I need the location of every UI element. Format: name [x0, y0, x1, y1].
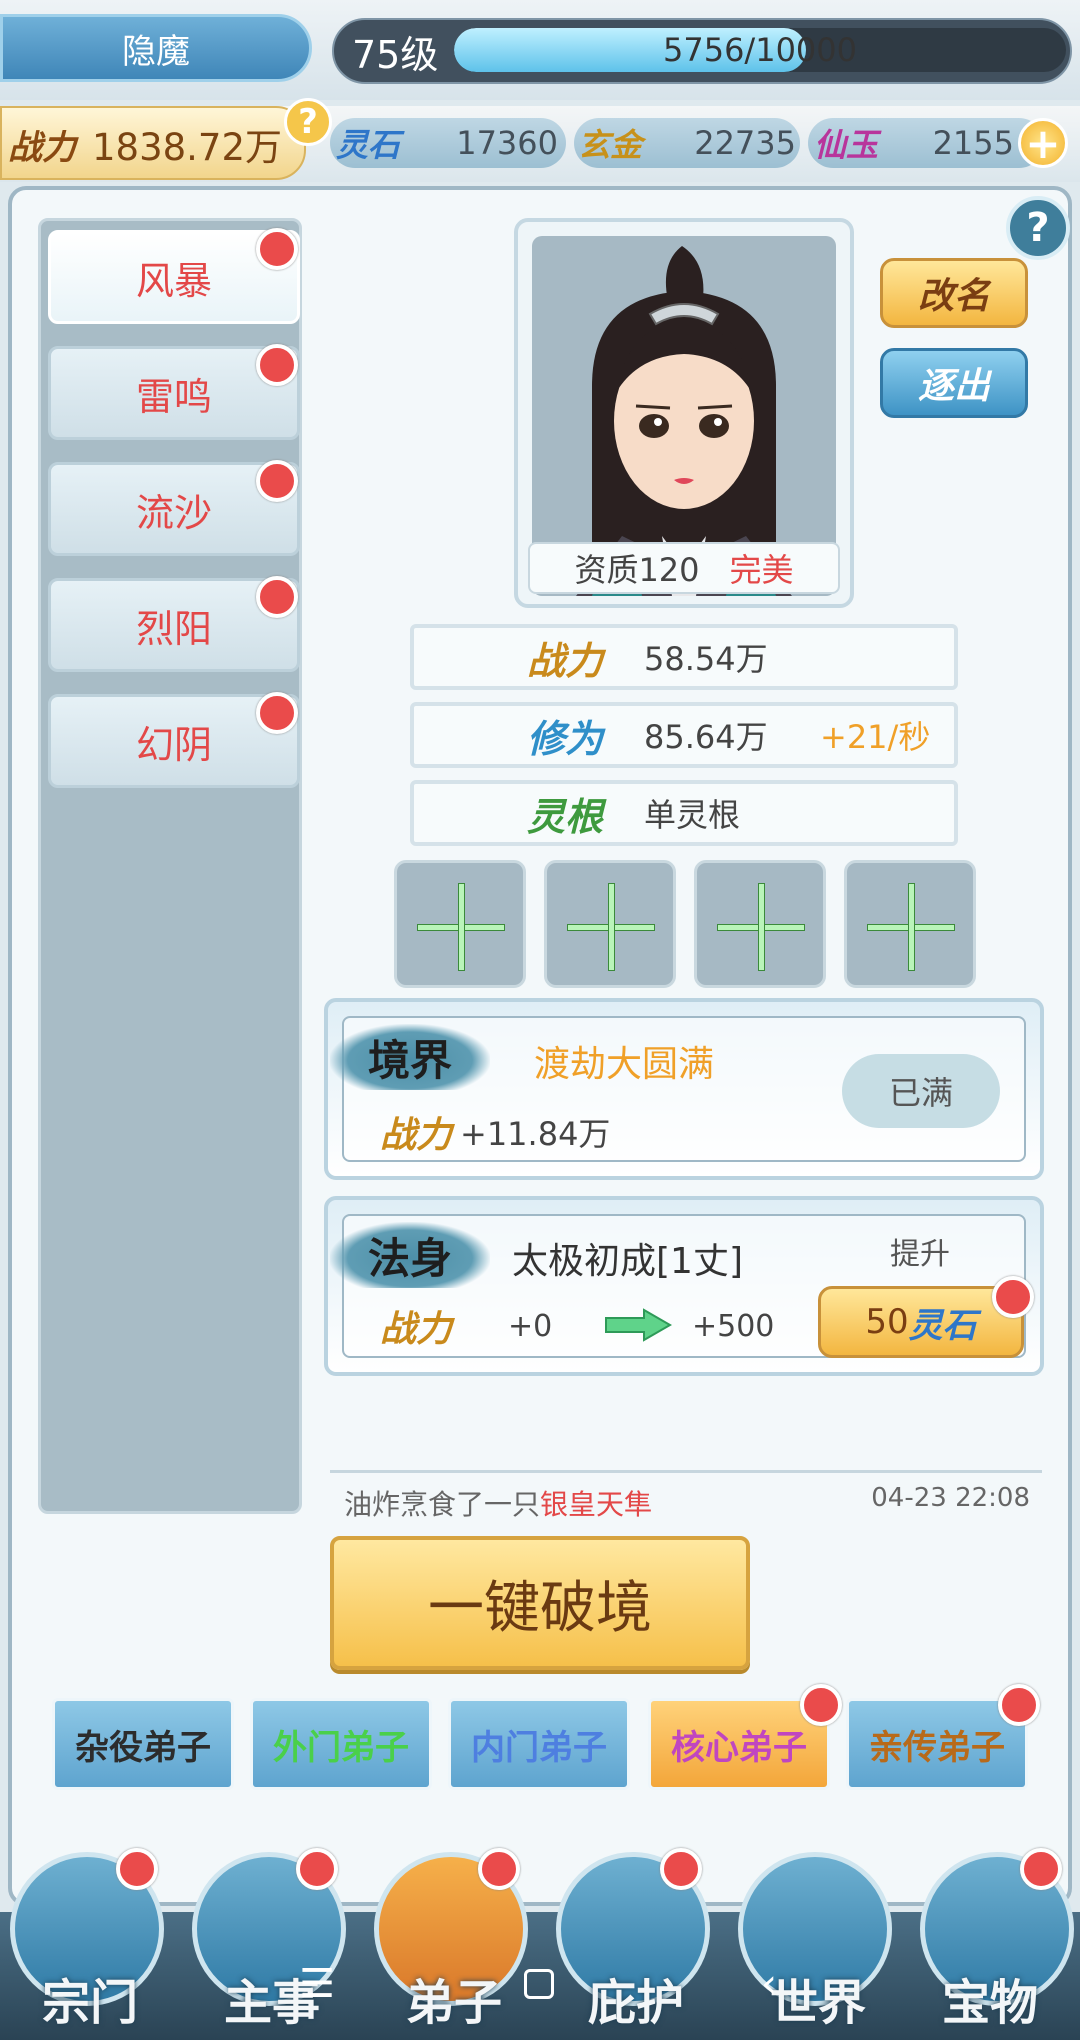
total-power-value: 1838.72万	[92, 126, 283, 169]
upgrade-label: 提升	[890, 1237, 950, 1272]
immortal-jade-label: 仙玉	[814, 126, 879, 164]
exp-text: 5756/10000	[662, 31, 857, 69]
notification-dot	[256, 576, 298, 618]
dharma-name: 太极初成[1丈]	[512, 1241, 743, 1282]
realm-power-label: 战力	[380, 1114, 453, 1156]
stat-value-cultivation: 85.64万	[644, 718, 768, 756]
home-icon[interactable]	[514, 1960, 564, 2008]
notification-dot	[116, 1848, 158, 1890]
stat-value-spirit-root: 单灵根	[644, 796, 741, 834]
stat-label-spirit-root: 灵根	[526, 793, 603, 839]
add-currency-button[interactable]: +	[1018, 118, 1068, 168]
equip-slot-plus-icon[interactable]	[694, 860, 826, 988]
event-log[interactable]: 油炸烹食了一只银皇天隼 04-23 22:08	[330, 1470, 1042, 1518]
sect-name-button[interactable]: 隐魔	[0, 14, 312, 82]
notification-dot	[478, 1848, 520, 1890]
equip-slot-plus-icon[interactable]	[394, 860, 526, 988]
upgrade-cost-amount: 50	[865, 1302, 909, 1342]
expel-button[interactable]: 逐出	[880, 348, 1028, 418]
notification-dot	[256, 692, 298, 734]
log-item: 银皇天隼	[540, 1488, 653, 1518]
stat-label-cultivation: 修为	[526, 715, 603, 761]
realm-name: 渡劫大圆满	[534, 1044, 715, 1085]
menu-icon[interactable]: ☰	[292, 1960, 342, 2008]
notification-dot	[998, 1684, 1040, 1726]
equip-slot-plus-icon[interactable]	[844, 860, 976, 988]
back-icon[interactable]: ‹	[744, 1960, 794, 2008]
notification-dot	[660, 1848, 702, 1890]
log-time: 04-23 22:08	[871, 1483, 1030, 1513]
notification-dot	[800, 1684, 842, 1726]
log-text: 油炸烹食了一只	[344, 1488, 541, 1518]
mystic-gold-value: 22735	[694, 124, 796, 162]
aptitude-grade: 完美	[729, 551, 794, 589]
notification-dot	[256, 228, 298, 270]
exp-bar: 5756/10000	[454, 28, 1066, 72]
upgrade-cost-unit: 灵石	[908, 1305, 977, 1346]
nav-protection[interactable]: 庇护	[546, 1960, 726, 2036]
nav-treasure[interactable]: 宝物	[900, 1960, 1080, 2036]
equip-slot-plus-icon[interactable]	[544, 860, 676, 988]
realm-power-bonus: +11.84万	[460, 1115, 611, 1153]
notification-dot	[992, 1276, 1034, 1318]
dharma-power-next: +500	[692, 1308, 775, 1344]
notification-dot	[296, 1848, 338, 1890]
help-icon[interactable]: ?	[1006, 196, 1070, 260]
stat-value-power: 58.54万	[644, 640, 768, 678]
mystic-gold-label: 玄金	[578, 126, 643, 164]
one-click-breakthrough-button[interactable]: 一键破境	[330, 1536, 750, 1670]
upgrade-arrow-icon	[605, 1308, 672, 1342]
total-power-label: 战力	[8, 127, 76, 168]
power-help-icon[interactable]: ?	[284, 98, 332, 146]
rename-button[interactable]: 改名	[880, 258, 1028, 328]
level-text: 75级	[352, 32, 439, 77]
immortal-jade-value: 2155	[932, 124, 1014, 162]
disciple-type-button[interactable]: 外门弟子	[250, 1698, 432, 1790]
nav-sect[interactable]: 宗门	[0, 1960, 180, 2036]
aptitude-value: 资质120	[574, 551, 700, 589]
spirit-stone-label: 灵石	[336, 126, 401, 164]
notification-dot	[256, 460, 298, 502]
log-entry: 油炸烹食了一只银皇天隼	[344, 1483, 652, 1518]
spirit-stone-value: 17360	[456, 124, 558, 162]
cultivation-rate: +21/秒	[820, 718, 931, 756]
notification-dot	[256, 344, 298, 386]
dharma-power-current: +0	[508, 1308, 553, 1344]
dharma-title: 法身	[330, 1222, 490, 1288]
notification-dot	[1020, 1848, 1062, 1890]
dharma-power-label: 战力	[380, 1308, 453, 1350]
aptitude-label-box: 资质120 完美	[528, 542, 840, 594]
stat-label-power: 战力	[526, 637, 603, 683]
disciple-type-button[interactable]: 内门弟子	[448, 1698, 630, 1790]
disciple-type-button[interactable]: 杂役弟子	[52, 1698, 234, 1790]
realm-title: 境界	[330, 1024, 490, 1090]
realm-maxed-button[interactable]: 已满	[842, 1054, 1000, 1128]
